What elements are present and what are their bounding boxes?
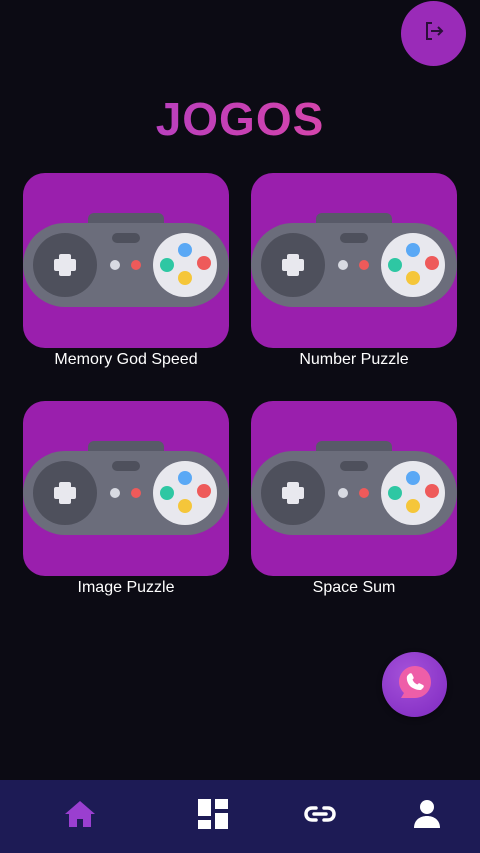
nav-profile[interactable] [409, 798, 445, 834]
game-card-number-puzzle[interactable]: Number Puzzle [251, 173, 457, 369]
game-thumbnail [23, 173, 229, 348]
game-title: Space Sum [312, 579, 396, 596]
gamepad-icon [23, 441, 229, 535]
person-icon [412, 799, 442, 834]
game-thumbnail [23, 401, 229, 576]
bottom-navigation [0, 780, 480, 853]
game-title: Image Puzzle [77, 579, 175, 596]
nav-links[interactable] [302, 798, 338, 834]
game-thumbnail [251, 401, 457, 576]
logout-button[interactable] [401, 1, 466, 66]
game-thumbnail [251, 173, 457, 348]
game-title: Memory God Speed [54, 351, 198, 368]
gamepad-icon [251, 213, 457, 307]
gamepad-icon [23, 213, 229, 307]
game-title: Number Puzzle [299, 351, 409, 368]
link-icon [303, 804, 337, 829]
home-icon [64, 799, 96, 834]
game-card-memory-god-speed[interactable]: Memory God Speed [23, 173, 229, 369]
chat-phone-icon [395, 662, 435, 707]
logout-icon [422, 19, 446, 48]
gamepad-icon [251, 441, 457, 535]
game-card-space-sum[interactable]: Space Sum [251, 401, 457, 597]
page-title: JOGOS [0, 92, 480, 146]
nav-dashboard[interactable] [195, 798, 231, 834]
dashboard-icon [197, 798, 229, 835]
chat-fab-button[interactable] [382, 652, 447, 717]
game-card-image-puzzle[interactable]: Image Puzzle [23, 401, 229, 597]
nav-home[interactable] [62, 798, 98, 834]
